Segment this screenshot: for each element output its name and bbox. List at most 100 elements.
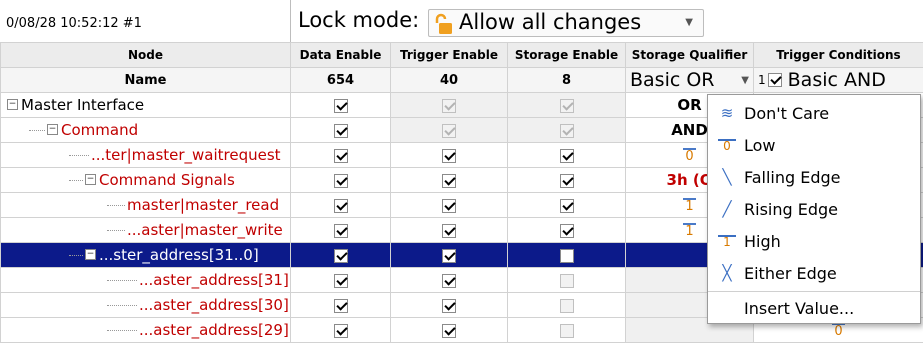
tree-connector: [107, 280, 137, 281]
menu-item-label: Either Edge: [744, 263, 837, 283]
storage-enable-checkbox[interactable]: [559, 173, 574, 188]
node-cell[interactable]: − Command: [0, 117, 291, 143]
storage-enable-checkbox[interactable]: [559, 223, 574, 238]
storage-enable-checkbox[interactable]: [559, 248, 574, 263]
menu-item-rising-edge[interactable]: ╱ Rising Edge: [708, 193, 920, 225]
storage-enable-checkbox[interactable]: [559, 98, 574, 113]
node-cell[interactable]: ...aster_address[30]: [0, 292, 291, 318]
trigger-enable-checkbox[interactable]: [442, 298, 456, 313]
either-edge-icon: ╳: [722, 264, 732, 282]
trigger-condition-value: 0: [832, 323, 845, 339]
trigger-enable-checkbox[interactable]: [442, 198, 456, 213]
lock-mode-dropdown[interactable]: Allow all changes ▼: [428, 9, 704, 37]
node-cell[interactable]: − Master Interface: [0, 92, 291, 118]
lock-mode-value: Allow all changes: [459, 10, 642, 34]
tree-connector: [69, 255, 83, 256]
menu-item-falling-edge[interactable]: ╲ Falling Edge: [708, 161, 920, 193]
menu-item-either-edge[interactable]: ╳ Either Edge: [708, 257, 920, 289]
high-icon: 1: [718, 234, 736, 248]
data-enable-checkbox[interactable]: [333, 323, 348, 338]
data-enable-checkbox[interactable]: [333, 148, 348, 163]
menu-item-high[interactable]: 1 High: [708, 225, 920, 257]
storage-enable-checkbox[interactable]: [559, 123, 574, 138]
trigger-enable-checkbox[interactable]: [442, 223, 456, 238]
trigger-condition-checkbox[interactable]: [767, 73, 782, 87]
node-cell[interactable]: − Command Signals: [0, 167, 291, 193]
node-name: ...aster_address[31]: [139, 271, 289, 289]
column-header-storage-qualifier[interactable]: Storage Qualifier: [625, 42, 754, 68]
storage-enable-count: 8: [507, 67, 626, 93]
storage-enable-checkbox[interactable]: [559, 273, 574, 288]
node-cell[interactable]: ...aster_address[31]: [0, 267, 291, 293]
column-header-trigger-conditions[interactable]: Trigger Conditions: [753, 42, 923, 68]
data-enable-checkbox[interactable]: [333, 273, 348, 288]
data-enable-checkbox[interactable]: [333, 198, 348, 213]
storage-enable-checkbox-cell: [507, 242, 626, 268]
storage-enable-checkbox[interactable]: [559, 298, 574, 313]
collapse-icon[interactable]: −: [7, 99, 18, 110]
storage-qualifier-value: AND: [671, 121, 708, 139]
trigger-enable-checkbox[interactable]: [442, 98, 456, 113]
storage-qualifier-value: OR: [677, 96, 702, 114]
collapse-icon[interactable]: −: [85, 174, 96, 185]
collapse-icon[interactable]: −: [47, 124, 58, 135]
menu-item-dont-care[interactable]: ≋ Don't Care: [708, 97, 920, 129]
trigger-enable-checkbox[interactable]: [442, 148, 456, 163]
trigger-enable-checkbox[interactable]: [442, 273, 456, 288]
node-cell[interactable]: ...ter|master_waitrequest: [0, 142, 291, 168]
storage-enable-checkbox[interactable]: [559, 198, 574, 213]
chevron-down-icon: ▼: [741, 74, 749, 86]
storage-qualifier-dropdown[interactable]: Basic OR ▼: [625, 67, 754, 93]
storage-enable-checkbox[interactable]: [559, 323, 574, 338]
menu-item-label: Low: [744, 135, 776, 155]
trigger-enable-checkbox[interactable]: [442, 173, 456, 188]
node-cell[interactable]: master|master_read: [0, 192, 291, 218]
tree-connector: [69, 180, 83, 181]
node-name: ...aster_address[29]: [139, 321, 289, 339]
data-enable-checkbox[interactable]: [333, 173, 348, 188]
trigger-enable-checkbox[interactable]: [442, 248, 456, 263]
node-cell[interactable]: ...aster_address[29]: [0, 317, 291, 343]
trigger-enable-checkbox[interactable]: [442, 323, 456, 338]
toolbar: 0/08/28 10:52:12 #1 Lock mode: Allow all…: [0, 0, 923, 43]
storage-enable-checkbox-cell: [507, 92, 626, 118]
tree-connector: [107, 305, 137, 306]
data-enable-checkbox-cell: [290, 292, 391, 318]
storage-enable-checkbox[interactable]: [559, 148, 574, 163]
column-header-node[interactable]: Node: [0, 42, 291, 68]
storage-enable-checkbox-cell: [507, 117, 626, 143]
storage-qualifier-value: 1: [683, 198, 696, 214]
menu-item-label: Rising Edge: [744, 199, 838, 219]
data-enable-checkbox[interactable]: [333, 298, 348, 313]
node-name: Command: [61, 121, 139, 139]
unlocked-padlock-icon: [435, 13, 452, 34]
column-header-storage-enable[interactable]: Storage Enable: [507, 42, 626, 68]
node-cell[interactable]: ...aster|master_write: [0, 217, 291, 243]
trigger-enable-checkbox-cell: [390, 242, 508, 268]
collapse-icon[interactable]: −: [85, 249, 96, 260]
trigger-conditions-dropdown[interactable]: 1 Basic AND: [753, 67, 923, 93]
trigger-enable-checkbox[interactable]: [442, 123, 456, 138]
data-enable-checkbox-cell: [290, 192, 391, 218]
data-enable-checkbox[interactable]: [333, 223, 348, 238]
data-enable-checkbox-cell: [290, 167, 391, 193]
menu-item-low[interactable]: 0 Low: [708, 129, 920, 161]
column-header-trigger-enable[interactable]: Trigger Enable: [390, 42, 508, 68]
node-name: ...ster_address[31..0]: [99, 246, 259, 264]
trigger-value-menu: ≋ Don't Care 0 Low ╲ Falling Edge ╱ Risi…: [707, 94, 921, 324]
data-enable-checkbox-cell: [290, 117, 391, 143]
trigger-enable-checkbox-cell: [390, 317, 508, 343]
trigger-enable-checkbox-cell: [390, 142, 508, 168]
toolbar-divider: [290, 0, 291, 42]
data-enable-checkbox[interactable]: [333, 123, 348, 138]
data-enable-checkbox[interactable]: [333, 98, 348, 113]
storage-enable-checkbox-cell: [507, 167, 626, 193]
rising-edge-icon: ╱: [722, 200, 732, 218]
data-enable-checkbox[interactable]: [333, 248, 348, 263]
subheader-name: Name: [0, 67, 291, 93]
node-cell[interactable]: − ...ster_address[31..0]: [0, 242, 291, 268]
column-header-data-enable[interactable]: Data Enable: [290, 42, 391, 68]
storage-enable-checkbox-cell: [507, 142, 626, 168]
menu-item-insert-value[interactable]: Insert Value...: [708, 292, 920, 324]
tree-connector: [29, 130, 45, 131]
